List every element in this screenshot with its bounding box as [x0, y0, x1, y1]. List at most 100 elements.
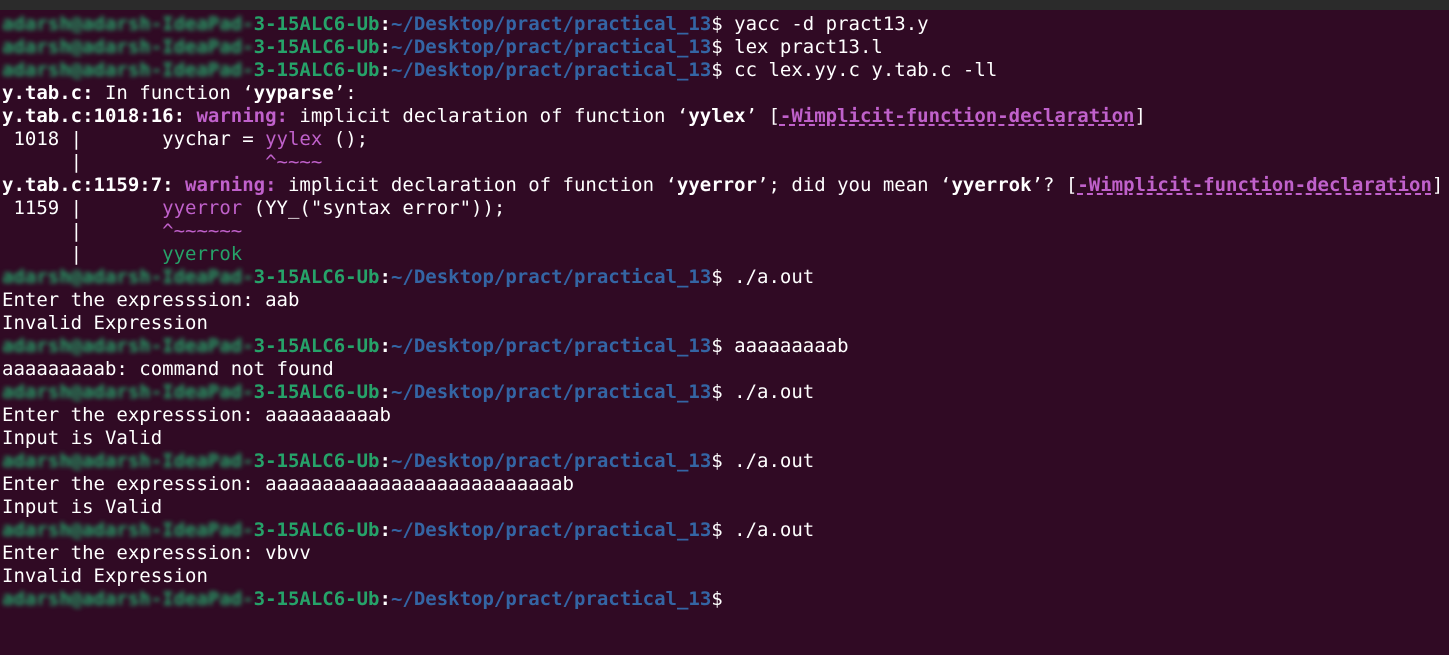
source-snippet-line: 1018 | yychar = yylex ();: [2, 128, 1449, 151]
program-output-line: Invalid Expression: [2, 565, 208, 587]
warning-label: warning:: [185, 105, 288, 127]
prompt-user-obscured: adarsh@adarsh-IdeaPad-: [2, 59, 254, 81]
program-output-line: Input is Valid: [2, 496, 163, 518]
command-text: ./a.out: [722, 450, 815, 472]
function-name: yylex: [688, 105, 746, 127]
fixit-suggestion: yyerrok: [162, 243, 243, 265]
prompt-colon: :: [379, 36, 391, 58]
prompt-colon: :: [379, 266, 391, 288]
prompt-path: ~/Desktop/pract/practical_13: [390, 59, 712, 81]
window-top-bar: [0, 0, 1449, 10]
prompt-dollar: $: [711, 335, 723, 357]
prompt-colon: :: [379, 450, 391, 472]
source-snippet-line: 1159 | yyerror (YY_("syntax error"));: [2, 197, 1449, 220]
prompt-user-obscured: adarsh@adarsh-IdeaPad-: [2, 36, 254, 58]
caret-marker: ^~~~~: [265, 151, 323, 173]
prompt-path: ~/Desktop/pract/practical_13: [390, 450, 712, 472]
function-name: yyerrok: [951, 174, 1032, 196]
prompt-path: ~/Desktop/pract/practical_13: [390, 519, 712, 541]
terminal-current-prompt[interactable]: adarsh@adarsh-IdeaPad-3-15ALC6-Ub:~/Desk…: [2, 588, 1449, 611]
file-location: y.tab.c:1018:16:: [2, 105, 186, 127]
prompt-host: 3-15ALC6-Ub: [253, 13, 380, 35]
prompt-dollar: $: [711, 381, 723, 403]
command-text: ./a.out: [722, 381, 815, 403]
program-output-line: aaaaaaaaab: command not found: [2, 358, 334, 380]
prompt-host: 3-15ALC6-Ub: [253, 450, 380, 472]
prompt-user-obscured: adarsh@adarsh-IdeaPad-: [2, 266, 254, 288]
prompt-colon: :: [379, 335, 391, 357]
terminal-line: adarsh@adarsh-IdeaPad-3-15ALC6-Ub:~/Desk…: [2, 381, 1449, 404]
compiler-message-line: y.tab.c: In function ‘yyparse’:: [2, 82, 1449, 105]
prompt-user-obscured: adarsh@adarsh-IdeaPad-: [2, 519, 254, 541]
prompt-path: ~/Desktop/pract/practical_13: [390, 335, 712, 357]
compiler-warning-line: y.tab.c:1018:16: warning: implicit decla…: [2, 105, 1449, 128]
message-text: ]: [1134, 105, 1146, 127]
warning-flag-link[interactable]: -Wimplicit-function-declaration: [780, 105, 1135, 127]
source-code: ();: [322, 128, 369, 150]
command-text: cc lex.yy.c y.tab.c -ll: [722, 59, 998, 81]
prompt-dollar: $: [711, 519, 723, 541]
program-output-line: Enter the expresssion: aaaaaaaaaaaaaaaaa…: [2, 473, 574, 495]
prompt-user-obscured: adarsh@adarsh-IdeaPad-: [2, 13, 254, 35]
caret-line: | ^~~~~: [2, 151, 1449, 174]
file-location: y.tab.c:: [2, 82, 94, 104]
highlighted-code: yyerror: [162, 197, 243, 219]
warning-flag-link[interactable]: -Wimplicit-function-declaration: [1077, 174, 1432, 196]
terminal-line: adarsh@adarsh-IdeaPad-3-15ALC6-Ub:~/Desk…: [2, 266, 1449, 289]
prompt-host: 3-15ALC6-Ub: [253, 381, 380, 403]
prompt-user-obscured: adarsh@adarsh-IdeaPad-: [2, 450, 254, 472]
prompt-colon: :: [379, 59, 391, 81]
terminal-line: adarsh@adarsh-IdeaPad-3-15ALC6-Ub:~/Desk…: [2, 450, 1449, 473]
program-output-line: Input is Valid: [2, 427, 163, 449]
warning-label: warning:: [173, 174, 277, 196]
program-output-line: Invalid Expression: [2, 312, 208, 334]
message-text: ’ [: [745, 105, 780, 127]
prompt-colon: :: [379, 381, 391, 403]
prompt-dollar: $: [711, 266, 723, 288]
function-name: yyparse: [253, 82, 334, 104]
command-text: ./a.out: [722, 519, 815, 541]
message-text: ’? [: [1031, 174, 1078, 196]
highlighted-code: yylex: [265, 128, 323, 150]
prompt-user-obscured: adarsh@adarsh-IdeaPad-: [2, 335, 254, 357]
program-output-line: Enter the expresssion: vbvv: [2, 542, 311, 564]
prompt-dollar: $: [711, 588, 723, 610]
source-gutter: |: [2, 243, 163, 265]
source-code: (YY_("syntax error"));: [242, 197, 506, 219]
prompt-dollar: $: [711, 59, 723, 81]
prompt-path: ~/Desktop/pract/practical_13: [390, 381, 712, 403]
message-text: ’; did you mean ‘: [757, 174, 952, 196]
terminal-line: adarsh@adarsh-IdeaPad-3-15ALC6-Ub:~/Desk…: [2, 36, 1449, 59]
source-gutter: |: [2, 151, 266, 173]
prompt-host: 3-15ALC6-Ub: [253, 335, 380, 357]
compiler-warning-line: y.tab.c:1159:7: warning: implicit declar…: [2, 174, 1449, 197]
prompt-user-obscured: adarsh@adarsh-IdeaPad-: [2, 381, 254, 403]
prompt-dollar: $: [711, 450, 723, 472]
terminal-output[interactable]: adarsh@adarsh-IdeaPad-3-15ALC6-Ub:~/Desk…: [0, 10, 1449, 611]
command-text: aaaaaaaaab: [722, 335, 849, 357]
prompt-user-obscured: adarsh@adarsh-IdeaPad-: [2, 588, 254, 610]
prompt-host: 3-15ALC6-Ub: [253, 59, 380, 81]
source-code: 1159 |: [2, 197, 163, 219]
command-text: yacc -d pract13.y: [722, 13, 929, 35]
prompt-path: ~/Desktop/pract/practical_13: [390, 36, 712, 58]
terminal-line: adarsh@adarsh-IdeaPad-3-15ALC6-Ub:~/Desk…: [2, 13, 1449, 36]
prompt-dollar: $: [711, 36, 723, 58]
prompt-host: 3-15ALC6-Ub: [253, 36, 380, 58]
prompt-dollar: $: [711, 13, 723, 35]
prompt-host: 3-15ALC6-Ub: [253, 266, 380, 288]
program-output-line: Enter the expresssion: aaaaaaaaaab: [2, 404, 391, 426]
source-gutter: |: [2, 220, 163, 242]
function-name: yyerror: [676, 174, 757, 196]
program-output-line: Enter the expresssion: aab: [2, 289, 300, 311]
prompt-host: 3-15ALC6-Ub: [253, 588, 380, 610]
prompt-path: ~/Desktop/pract/practical_13: [390, 266, 712, 288]
terminal-line: adarsh@adarsh-IdeaPad-3-15ALC6-Ub:~/Desk…: [2, 335, 1449, 358]
caret-marker: ^~~~~~~: [162, 220, 243, 242]
caret-line: | ^~~~~~~: [2, 220, 1449, 243]
message-text: In function ‘: [93, 82, 254, 104]
prompt-colon: :: [379, 519, 391, 541]
command-text: ./a.out: [722, 266, 815, 288]
message-text: implicit declaration of function ‘: [287, 105, 689, 127]
message-text: implicit declaration of function ‘: [276, 174, 677, 196]
